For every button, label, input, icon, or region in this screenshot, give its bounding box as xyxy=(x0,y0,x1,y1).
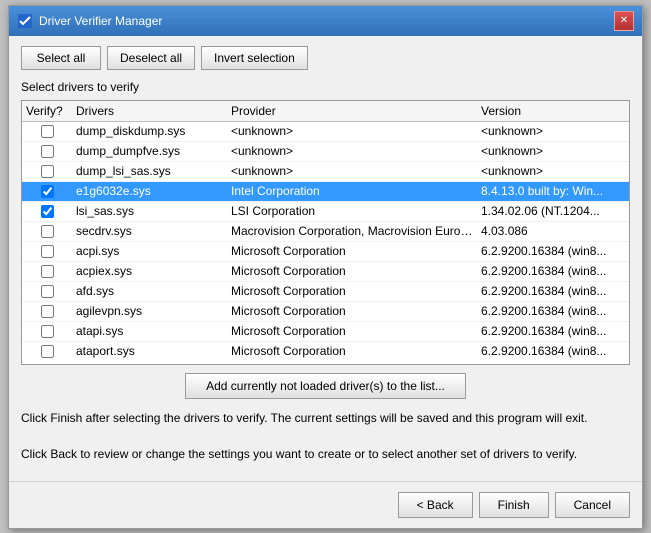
driver-provider: Macrovision Corporation, Macrovision Eur… xyxy=(227,224,477,238)
info-line2: Click Back to review or change the setti… xyxy=(21,445,630,463)
section-label: Select drivers to verify xyxy=(21,80,630,94)
table-row[interactable]: e1g6032e.sysIntel Corporation8.4.13.0 bu… xyxy=(22,182,629,202)
row-checkbox[interactable] xyxy=(41,305,54,318)
title-buttons: ✕ xyxy=(614,11,634,31)
row-checkbox[interactable] xyxy=(41,125,54,138)
table-row[interactable]: dump_lsi_sas.sys<unknown><unknown> xyxy=(22,162,629,182)
driver-name: ataport.sys xyxy=(72,344,227,358)
info-text: Click Finish after selecting the drivers… xyxy=(21,409,630,463)
driver-version: 6.2.9200.16384 (win8... xyxy=(477,344,629,358)
driver-provider: Microsoft Corporation xyxy=(227,284,477,298)
driver-provider: LSI Corporation xyxy=(227,204,477,218)
footer: < Back Finish Cancel xyxy=(9,481,642,528)
table-row[interactable]: afd.sysMicrosoft Corporation6.2.9200.163… xyxy=(22,282,629,302)
toolbar: Select all Deselect all Invert selection xyxy=(21,46,630,70)
driver-provider: <unknown> xyxy=(227,144,477,158)
driver-provider: Intel Corporation xyxy=(227,184,477,198)
select-all-button[interactable]: Select all xyxy=(21,46,101,70)
table-row[interactable]: dump_dumpfve.sys<unknown><unknown> xyxy=(22,142,629,162)
row-checkbox[interactable] xyxy=(41,205,54,218)
driver-name: acpiex.sys xyxy=(72,264,227,278)
driver-name: secdrv.sys xyxy=(72,224,227,238)
back-button[interactable]: < Back xyxy=(398,492,473,518)
close-button[interactable]: ✕ xyxy=(614,11,634,31)
row-checkbox[interactable] xyxy=(41,245,54,258)
main-window: Driver Verifier Manager ✕ Select all Des… xyxy=(8,5,643,529)
row-checkbox[interactable] xyxy=(41,345,54,358)
driver-provider: Microsoft Corporation xyxy=(227,264,477,278)
driver-provider: <unknown> xyxy=(227,124,477,138)
driver-name: dump_diskdump.sys xyxy=(72,124,227,138)
add-drivers-button[interactable]: Add currently not loaded driver(s) to th… xyxy=(185,373,466,399)
driver-provider: Microsoft Corporation xyxy=(227,344,477,358)
deselect-all-button[interactable]: Deselect all xyxy=(107,46,195,70)
cancel-button[interactable]: Cancel xyxy=(555,492,630,518)
driver-version: 6.2.9200.16384 (win8... xyxy=(477,324,629,338)
add-button-row: Add currently not loaded driver(s) to th… xyxy=(21,373,630,399)
header-drivers: Drivers xyxy=(72,104,227,118)
row-checkbox[interactable] xyxy=(41,165,54,178)
driver-provider: Microsoft Corporation xyxy=(227,324,477,338)
driver-version: 1.34.02.06 (NT.1204... xyxy=(477,204,629,218)
row-checkbox[interactable] xyxy=(41,325,54,338)
driver-name: afd.sys xyxy=(72,284,227,298)
table-row[interactable]: secdrv.sysMacrovision Corporation, Macro… xyxy=(22,222,629,242)
row-checkbox[interactable] xyxy=(41,265,54,278)
info-line1: Click Finish after selecting the drivers… xyxy=(21,409,630,427)
driver-version: 4.03.086 xyxy=(477,224,629,238)
table-row[interactable]: agilevpn.sysMicrosoft Corporation6.2.920… xyxy=(22,302,629,322)
title-bar-left: Driver Verifier Manager xyxy=(17,13,162,29)
driver-version: <unknown> xyxy=(477,144,629,158)
header-verify: Verify? xyxy=(22,104,72,118)
driver-version: <unknown> xyxy=(477,164,629,178)
table-body: dump_diskdump.sys<unknown><unknown>dump_… xyxy=(22,122,629,360)
header-version: Version xyxy=(477,104,629,118)
content-area: Select all Deselect all Invert selection… xyxy=(9,36,642,473)
driver-version: 6.2.9200.16384 (win8... xyxy=(477,304,629,318)
row-checkbox[interactable] xyxy=(41,285,54,298)
window-icon xyxy=(17,13,33,29)
driver-provider: <unknown> xyxy=(227,164,477,178)
driver-version: 6.2.9200.16384 (win8... xyxy=(477,284,629,298)
driver-name: lsi_sas.sys xyxy=(72,204,227,218)
table-row[interactable]: atapi.sysMicrosoft Corporation6.2.9200.1… xyxy=(22,322,629,342)
driver-provider: Microsoft Corporation xyxy=(227,244,477,258)
table-row[interactable]: dump_diskdump.sys<unknown><unknown> xyxy=(22,122,629,142)
driver-name: agilevpn.sys xyxy=(72,304,227,318)
driver-name: acpi.sys xyxy=(72,244,227,258)
driver-name: dump_lsi_sas.sys xyxy=(72,164,227,178)
row-checkbox[interactable] xyxy=(41,185,54,198)
finish-button[interactable]: Finish xyxy=(479,492,549,518)
driver-name: atapi.sys xyxy=(72,324,227,338)
driver-version: <unknown> xyxy=(477,124,629,138)
table-header: Verify? Drivers Provider Version xyxy=(22,101,629,122)
table-row[interactable]: acpiex.sysMicrosoft Corporation6.2.9200.… xyxy=(22,262,629,282)
row-checkbox[interactable] xyxy=(41,225,54,238)
driver-version: 8.4.13.0 built by: Win... xyxy=(477,184,629,198)
driver-version: 6.2.9200.16384 (win8... xyxy=(477,244,629,258)
driver-provider: Microsoft Corporation xyxy=(227,304,477,318)
drivers-table: Verify? Drivers Provider Version dump_di… xyxy=(21,100,630,365)
header-provider: Provider xyxy=(227,104,477,118)
table-row[interactable]: ataport.sysMicrosoft Corporation6.2.9200… xyxy=(22,342,629,360)
driver-name: e1g6032e.sys xyxy=(72,184,227,198)
driver-version: 6.2.9200.16384 (win8... xyxy=(477,264,629,278)
table-row[interactable]: lsi_sas.sysLSI Corporation1.34.02.06 (NT… xyxy=(22,202,629,222)
title-bar: Driver Verifier Manager ✕ xyxy=(9,6,642,36)
driver-name: dump_dumpfve.sys xyxy=(72,144,227,158)
invert-selection-button[interactable]: Invert selection xyxy=(201,46,308,70)
window-title: Driver Verifier Manager xyxy=(39,14,162,28)
table-row[interactable]: acpi.sysMicrosoft Corporation6.2.9200.16… xyxy=(22,242,629,262)
row-checkbox[interactable] xyxy=(41,145,54,158)
